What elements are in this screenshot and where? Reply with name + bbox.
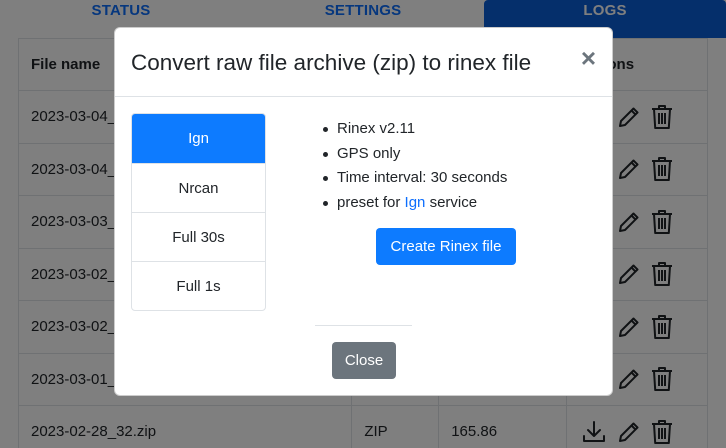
preset-item-ign[interactable]: Ign: [132, 114, 265, 163]
detail-rinex-version: Rinex v2.11: [322, 117, 507, 142]
detail-constellation: GPS only: [322, 142, 507, 167]
footer-divider: [315, 325, 412, 326]
service-name: Ign: [404, 193, 426, 211]
service-text: service: [429, 193, 478, 211]
modal-header: Convert raw file archive (zip) to rinex …: [115, 28, 612, 97]
preset-item-full-30s[interactable]: Full 30s: [132, 212, 265, 261]
preset-info: Rinex v2.11 GPS only Time interval: 30 s…: [322, 117, 507, 215]
modal-body: Ign Nrcan Full 30s Full 1s Rinex v2.11 G…: [115, 97, 612, 325]
detail-time-interval: Time interval: 30 seconds: [322, 166, 507, 191]
close-button[interactable]: Close: [332, 342, 396, 379]
preset-item-nrcan[interactable]: Nrcan: [132, 163, 265, 212]
preset-list: Ign Nrcan Full 30s Full 1s: [131, 113, 266, 311]
preset-item-full-1s[interactable]: Full 1s: [132, 261, 265, 310]
preset-details-list: Rinex v2.11 GPS only Time interval: 30 s…: [322, 117, 507, 215]
preset-for-text: preset for: [337, 193, 401, 211]
convert-modal: Convert raw file archive (zip) to rinex …: [114, 27, 613, 396]
detail-preset-service: preset for Ign service: [322, 191, 507, 216]
create-rinex-button[interactable]: Create Rinex file: [376, 228, 516, 265]
modal-title: Convert raw file archive (zip) to rinex …: [131, 50, 532, 75]
modal-footer: Close: [115, 325, 612, 395]
close-icon[interactable]: ×: [581, 45, 596, 71]
